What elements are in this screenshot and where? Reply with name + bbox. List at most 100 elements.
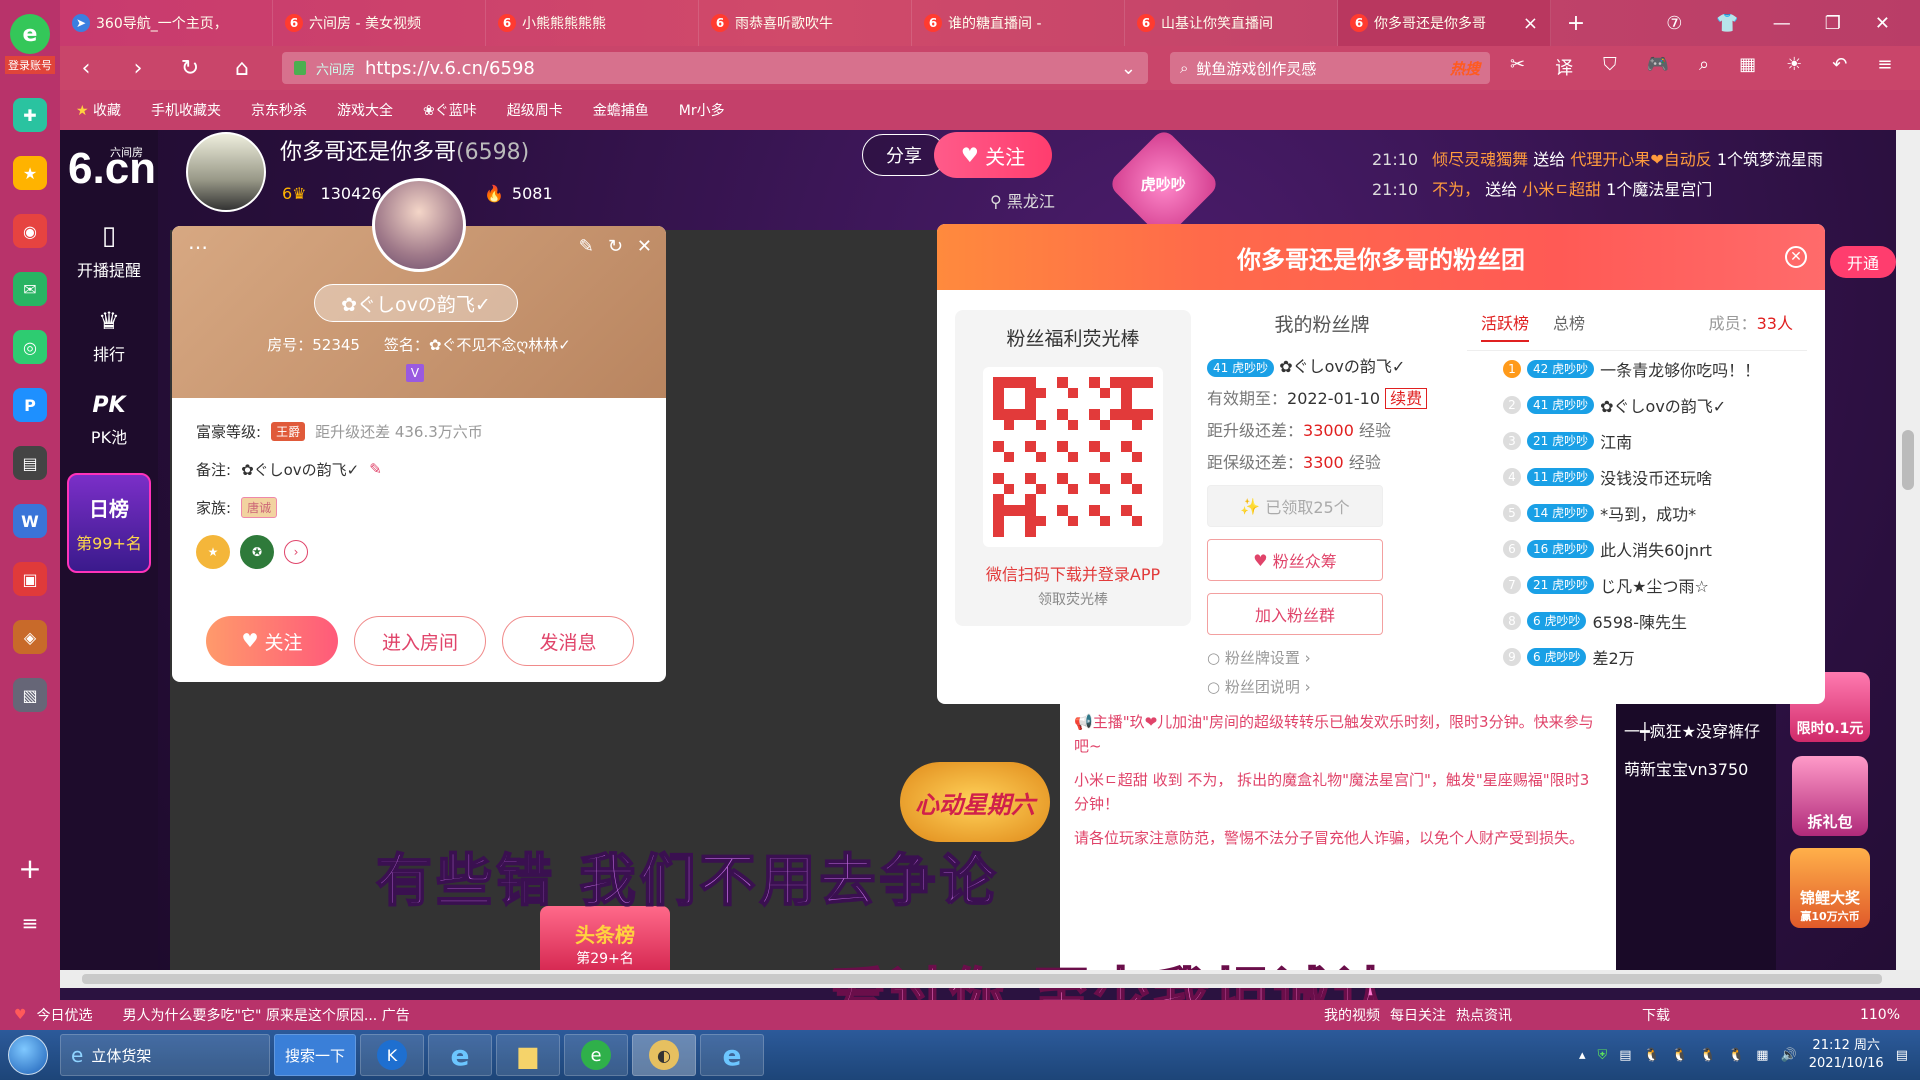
user-avatar[interactable] — [372, 178, 466, 272]
ranking-row[interactable]: 2 41 虎吵吵 ✿ぐしovの韵飞✓ — [1467, 387, 1807, 423]
skin-icon[interactable]: 👕 — [1716, 13, 1738, 34]
open-fan-club-button[interactable]: 开通 — [1830, 246, 1896, 278]
ranking-row[interactable]: 8 6 虎吵吵 6598-陳先生 — [1467, 603, 1807, 639]
card-follow-button[interactable]: ♥ 关注 — [206, 616, 338, 666]
tab-active-rank[interactable]: 活跃榜 — [1481, 310, 1530, 342]
apps-grid-icon[interactable]: ▦ — [1739, 54, 1756, 80]
browser-tab-2[interactable]: 6 六间房 - 美女视频 — [273, 0, 486, 46]
my-video-link[interactable]: 我的视频 — [1324, 1005, 1380, 1025]
bookmark-games[interactable]: 游戏大全 — [337, 100, 393, 120]
shield-tray-icon[interactable]: ⛨ — [1597, 1048, 1607, 1063]
ranking-row[interactable]: 5 14 虎吵吵 *马到，成功* — [1467, 495, 1807, 531]
bookmark-weekly[interactable]: 超级周卡 — [507, 100, 563, 120]
tab-list-icon[interactable]: ⑦ — [1666, 13, 1682, 34]
reload-icon[interactable]: ↻ — [164, 56, 216, 81]
restore-icon[interactable]: ❐ — [1825, 13, 1841, 34]
taskbar-ie[interactable]: e — [428, 1034, 493, 1076]
browser-tab-6[interactable]: 6 山基让你笑直播间 — [1125, 0, 1338, 46]
tab-total-rank[interactable]: 总榜 — [1553, 310, 1585, 342]
sidebar-game-icon[interactable]: ◈ — [13, 620, 47, 654]
browser-tab-4[interactable]: 6 雨恭喜听歌吹牛 — [699, 0, 912, 46]
clock[interactable]: 21:12 周六 2021/10/16 — [1809, 1037, 1884, 1073]
tray-expand-icon[interactable]: ▴ — [1579, 1048, 1586, 1063]
ranking-row[interactable]: 7 21 虎吵吵 じ凡★尘つ雨☆ — [1467, 567, 1807, 603]
taskbar-explorer[interactable]: ▆ — [496, 1034, 561, 1076]
weibo-icon[interactable]: ◉ — [13, 214, 47, 248]
edit-icon[interactable]: ✎ — [579, 236, 594, 257]
taskbar-360[interactable]: e — [564, 1034, 629, 1076]
find-icon[interactable]: ⌕ — [1699, 54, 1709, 80]
daily-follow-link[interactable]: 每日关注 — [1390, 1005, 1446, 1025]
close-icon[interactable]: ✕ — [637, 236, 652, 257]
bookmark-jd[interactable]: 京东秒杀 — [251, 100, 307, 120]
qq-icon[interactable]: 🐧 — [1644, 1048, 1660, 1063]
sidebar-p-icon[interactable]: P — [13, 388, 47, 422]
taskbar-search-button[interactable]: 搜索一下 — [274, 1034, 357, 1076]
url-field[interactable]: 六间房 https://v.6.cn/6598 ⌄ — [282, 52, 1148, 84]
game-icon[interactable]: 🎮 — [1647, 54, 1669, 80]
back-icon[interactable]: ‹ — [60, 56, 112, 81]
join-group-button[interactable]: 加入粉丝群 — [1207, 593, 1383, 635]
notification-icon[interactable]: ▤ — [1896, 1048, 1908, 1063]
sidebar-news-icon[interactable]: ▤ — [13, 446, 47, 480]
hot-news-link[interactable]: 热点资讯 — [1456, 1005, 1512, 1025]
scissors-icon[interactable]: ✂ — [1510, 54, 1525, 80]
vertical-scrollbar[interactable] — [1896, 130, 1920, 970]
news-ticker[interactable]: 男人为什么要多吃"它" 原来是这个原因... 广告 — [123, 1005, 410, 1025]
mail-icon[interactable]: ✉ — [13, 272, 47, 306]
network-icon[interactable]: ▦ — [1756, 1048, 1768, 1063]
nav-live-remind[interactable]: ▯ 开播提醒 — [60, 208, 158, 293]
bookmark-fishing[interactable]: 金蟾捕鱼 — [593, 100, 649, 120]
sidebar-tool-icon[interactable]: ▧ — [13, 678, 47, 712]
start-button[interactable] — [0, 1030, 56, 1080]
sidebar-star-icon[interactable]: ★ — [13, 156, 47, 190]
renew-button[interactable]: 续费 — [1385, 388, 1428, 409]
browser-tab-3[interactable]: 6 小熊熊熊熊熊 — [486, 0, 699, 46]
qq-icon[interactable]: 🐧 — [1728, 1048, 1744, 1063]
sidebar-menu-icon[interactable]: ≡ — [22, 911, 39, 935]
badge-settings-link[interactable]: ○ 粉丝牌设置 › — [1207, 647, 1437, 668]
shield-icon[interactable]: ⛉ — [1603, 54, 1617, 80]
taskbar-k-app[interactable]: K — [360, 1034, 425, 1076]
refresh-icon[interactable]: ↻ — [608, 236, 623, 257]
qq-icon[interactable]: 🐧 — [1672, 1048, 1688, 1063]
enter-room-button[interactable]: 进入房间 — [354, 616, 486, 666]
headline-rank-widget[interactable]: 头条榜 第29+名 — [540, 906, 670, 980]
bookmark-mobile[interactable]: 手机收藏夹 — [151, 100, 221, 120]
chevron-right-icon[interactable]: › — [284, 540, 308, 564]
home-icon[interactable]: ⌂ — [216, 56, 268, 81]
today-pick-link[interactable]: 今日优选 — [37, 1005, 93, 1025]
promo-hearts-saturday[interactable]: 心动星期六 — [900, 762, 1050, 842]
forward-icon[interactable]: › — [112, 56, 164, 81]
translate-icon[interactable]: 译 — [1555, 54, 1573, 80]
bookmark-mrxiaoduo[interactable]: Mr小多 — [679, 100, 725, 120]
more-icon[interactable]: … — [188, 230, 208, 254]
volume-icon[interactable]: 🔊 — [1781, 1048, 1797, 1063]
edit-remark-icon[interactable]: ✎ — [369, 460, 382, 478]
ranking-row[interactable]: 9 6 虎吵吵 差2万 — [1467, 639, 1807, 675]
promo-giftbox[interactable]: 拆礼包 — [1792, 756, 1868, 836]
browser-tab-5[interactable]: 6 谁的糖直播间 - — [912, 0, 1125, 46]
bookmark-favorites[interactable]: ★ 收藏 — [76, 100, 121, 120]
follow-button[interactable]: ♥ 关注 — [934, 132, 1052, 178]
zoom-level[interactable]: 110% — [1860, 1007, 1920, 1023]
close-window-icon[interactable]: ✕ — [1875, 13, 1890, 34]
anchor-avatar[interactable] — [186, 132, 266, 212]
daily-rank-widget[interactable]: 日榜 第99+名 — [67, 473, 151, 573]
document-icon[interactable]: W — [13, 504, 47, 538]
fan-club-help-link[interactable]: ○ 粉丝团说明 › — [1207, 676, 1437, 697]
ranking-row[interactable]: 1 42 虎吵吵 一条青龙够你吃吗！！ — [1467, 351, 1807, 387]
minimize-icon[interactable]: — — [1773, 13, 1791, 34]
sidebar-app-icon[interactable]: ✚ — [13, 98, 47, 132]
taskbar-ie-2[interactable]: e — [700, 1034, 765, 1076]
browser-tab-active[interactable]: 6 你多哥还是你多哥 × — [1338, 0, 1551, 46]
bookmark-lanka[interactable]: ❀ぐ蓝咔 — [423, 100, 477, 120]
browser-tab-1[interactable]: ➤ 360导航_一个主页， — [60, 0, 273, 46]
search-box[interactable]: ⌕ 鱿鱼游戏创作灵感 热搜 — [1170, 52, 1490, 84]
ranking-row[interactable]: 6 16 虎吵吵 此人消失60jnrt — [1467, 531, 1807, 567]
dropdown-icon[interactable]: ⌄ — [1121, 58, 1136, 79]
menu-icon[interactable]: ≡ — [1877, 54, 1892, 80]
chat-icon[interactable]: ◎ — [13, 330, 47, 364]
nav-ranking[interactable]: ♛ 排行 — [60, 293, 158, 378]
send-message-button[interactable]: 发消息 — [502, 616, 634, 666]
